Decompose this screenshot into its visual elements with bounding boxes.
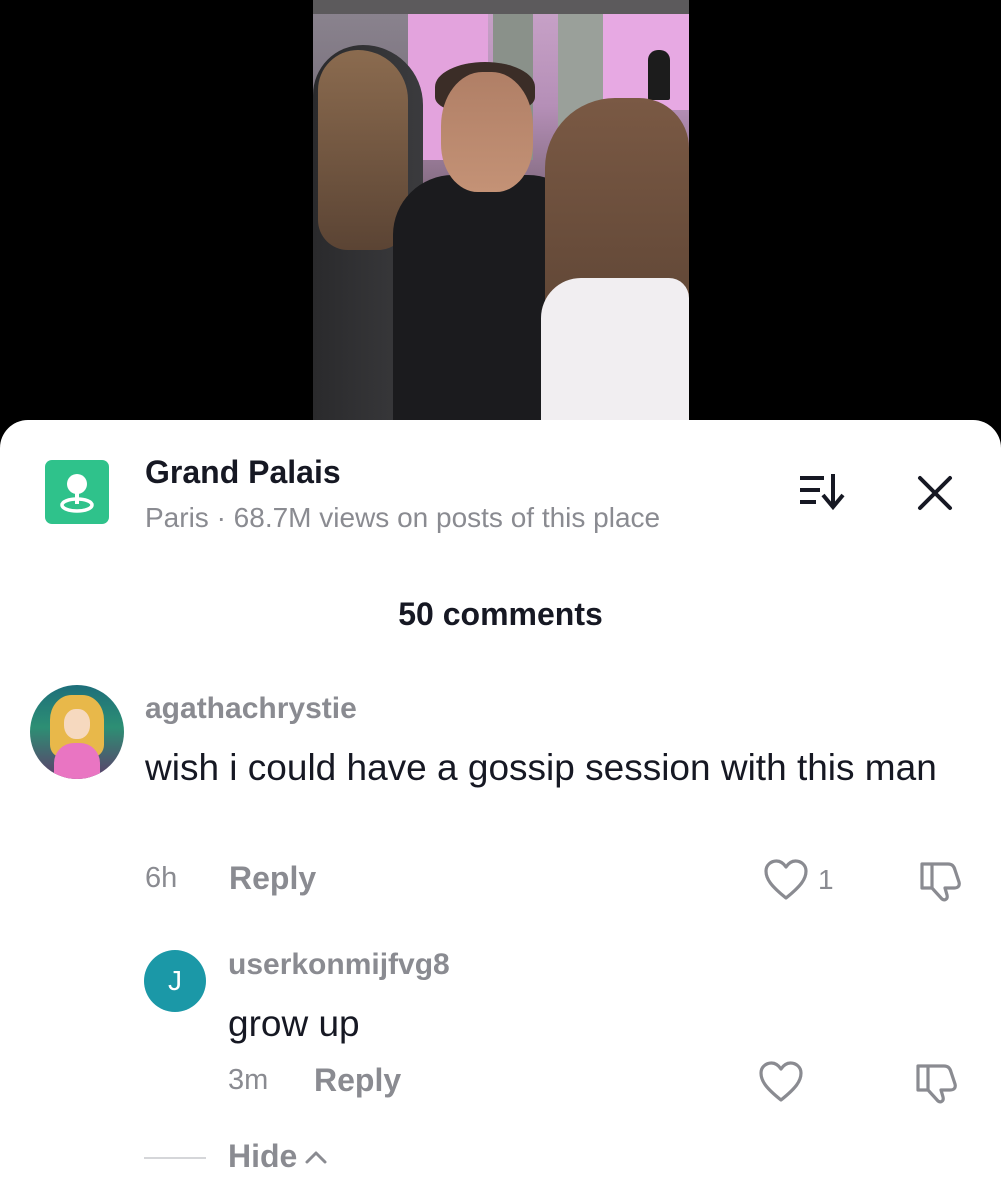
thumbs-down-icon: [920, 862, 961, 902]
close-button[interactable]: [912, 470, 958, 516]
location-pin-icon[interactable]: [45, 460, 109, 524]
comments-sheet: Grand Palais Paris · 68.7M views on post…: [0, 420, 1001, 1200]
comment-text: wish i could have a gossip session with …: [145, 747, 937, 788]
like-count: 1: [818, 864, 834, 895]
place-title[interactable]: Grand Palais: [145, 454, 341, 491]
like-button[interactable]: [763, 858, 809, 902]
reply-avatar[interactable]: J: [144, 950, 206, 1012]
hide-label: Hide: [228, 1138, 298, 1174]
comments-count: 50 comments: [398, 596, 603, 632]
reply-username[interactable]: userkonmijfvg8: [228, 948, 450, 982]
heart-icon: [764, 859, 808, 900]
sort-icon: [800, 474, 845, 511]
reply-like-button[interactable]: [758, 1060, 804, 1104]
chevron-up-icon: [305, 1151, 327, 1163]
reply-button[interactable]: Reply: [229, 860, 316, 897]
close-icon: [918, 476, 952, 510]
reply-text: grow up: [228, 1003, 360, 1044]
heart-icon: [759, 1061, 803, 1102]
reply-time: 3m: [228, 1064, 269, 1096]
video-player[interactable]: [0, 0, 1001, 440]
place-subtitle: Paris · 68.7M views on posts of this pla…: [145, 502, 661, 533]
sort-button[interactable]: [798, 468, 848, 514]
dislike-button[interactable]: [918, 858, 964, 902]
avatar[interactable]: [30, 685, 124, 779]
divider: [144, 1157, 206, 1159]
thumbs-down-icon: [916, 1064, 957, 1104]
reply-reply-button[interactable]: Reply: [314, 1062, 401, 1099]
video-frame: [313, 0, 689, 425]
comment-username[interactable]: agathachrystie: [145, 692, 357, 726]
reply-dislike-button[interactable]: [914, 1060, 960, 1104]
hide-replies-button[interactable]: Hide: [228, 1138, 329, 1175]
comment-time: 6h: [145, 862, 178, 894]
